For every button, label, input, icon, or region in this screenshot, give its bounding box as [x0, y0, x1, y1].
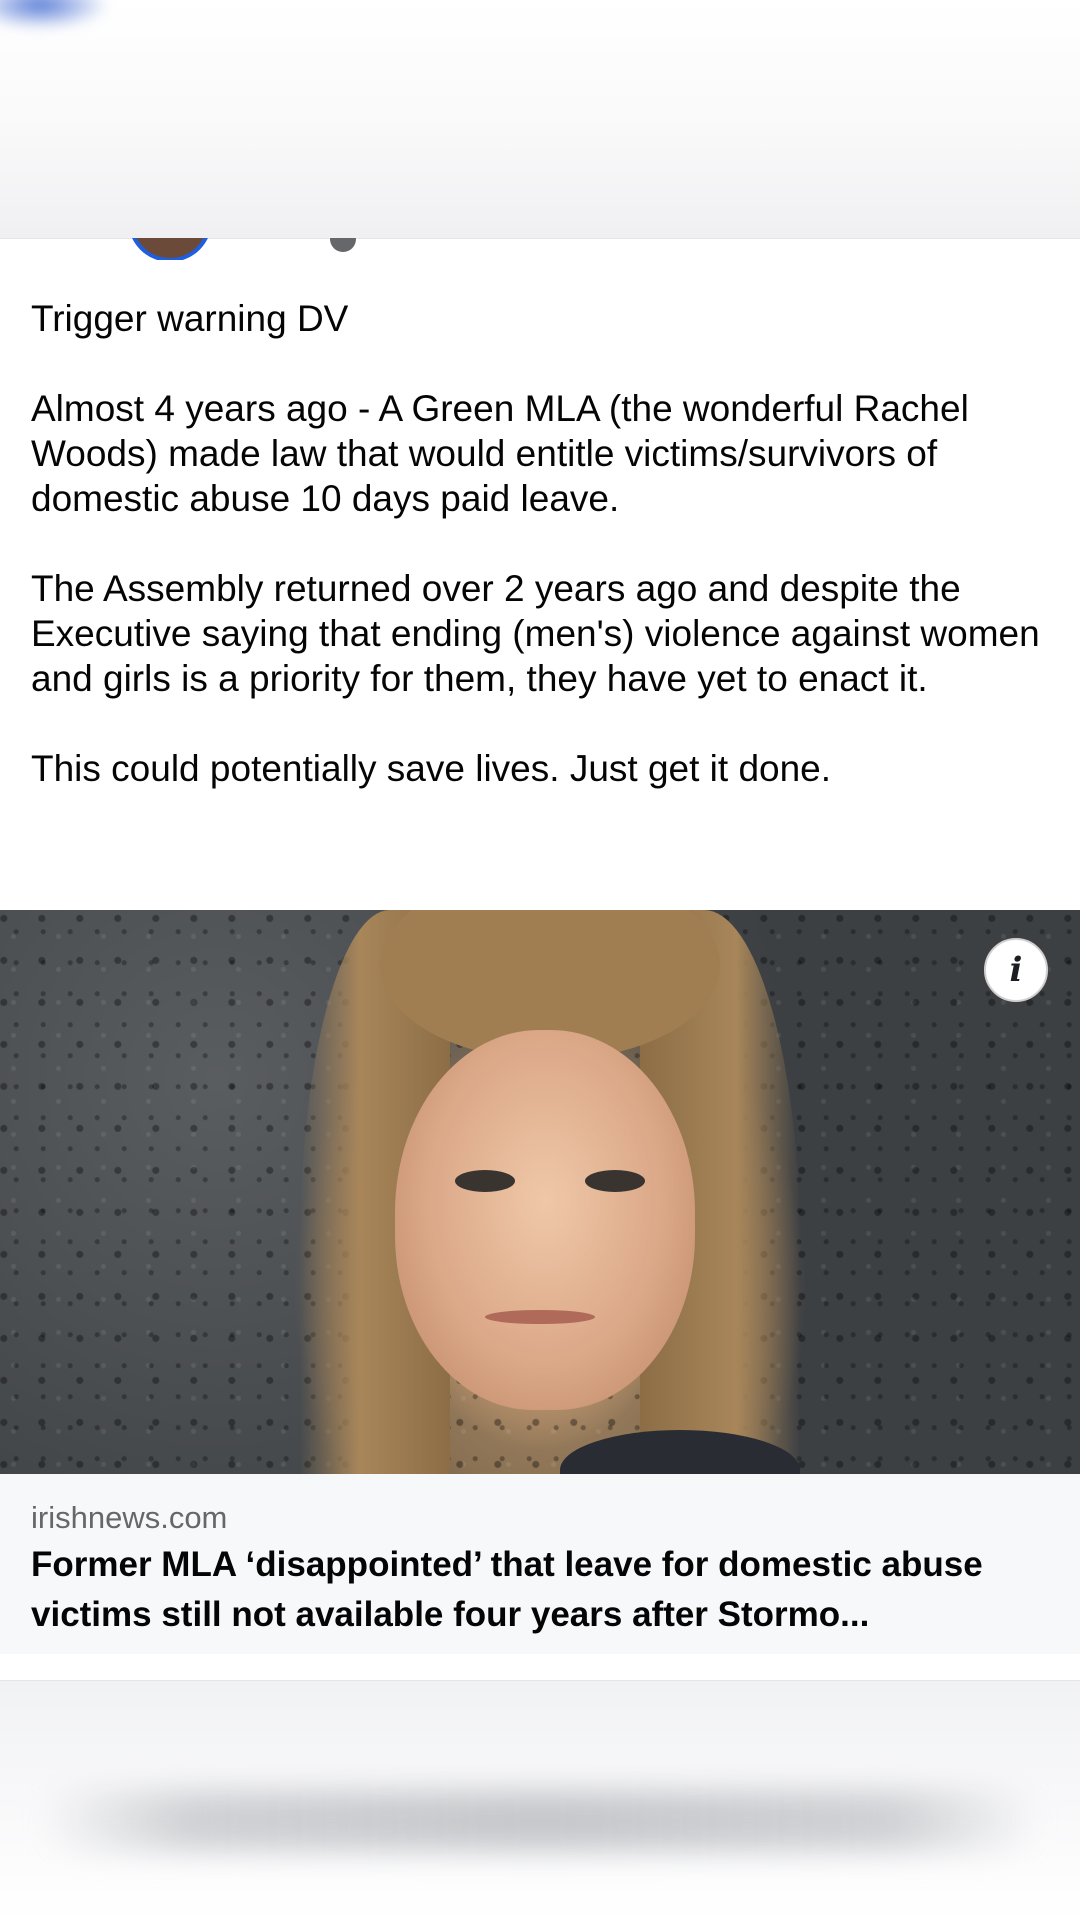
- image-face: [395, 1030, 695, 1410]
- info-icon: i: [1009, 950, 1023, 990]
- blurred-top-region: [0, 0, 1080, 239]
- post-paragraph: Trigger warning DV: [31, 298, 349, 339]
- globe-icon: [330, 238, 356, 252]
- image-eye-left: [455, 1170, 515, 1192]
- blurred-bottom-region: [0, 1680, 1080, 1921]
- link-title[interactable]: Former MLA ‘disappointed’ that leave for…: [31, 1540, 1051, 1640]
- post-paragraph: This could potentially save lives. Just …: [31, 748, 832, 789]
- post-paragraph: Almost 4 years ago - A Green MLA (the wo…: [31, 388, 969, 519]
- image-mouth: [485, 1310, 595, 1324]
- post-paragraph: The Assembly returned over 2 years ago a…: [31, 568, 1040, 699]
- image-eye-right: [585, 1170, 645, 1192]
- info-button[interactable]: i: [984, 938, 1048, 1002]
- blurred-blue-glow: [0, 0, 110, 30]
- blurred-content: [40, 1791, 1040, 1851]
- post-header-clipped: [0, 238, 1080, 260]
- link-preview-image[interactable]: [0, 910, 1080, 1474]
- avatar[interactable]: [128, 238, 212, 260]
- link-domain: irishnews.com: [31, 1500, 228, 1535]
- post-text: Trigger warning DV Almost 4 years ago - …: [31, 296, 1041, 836]
